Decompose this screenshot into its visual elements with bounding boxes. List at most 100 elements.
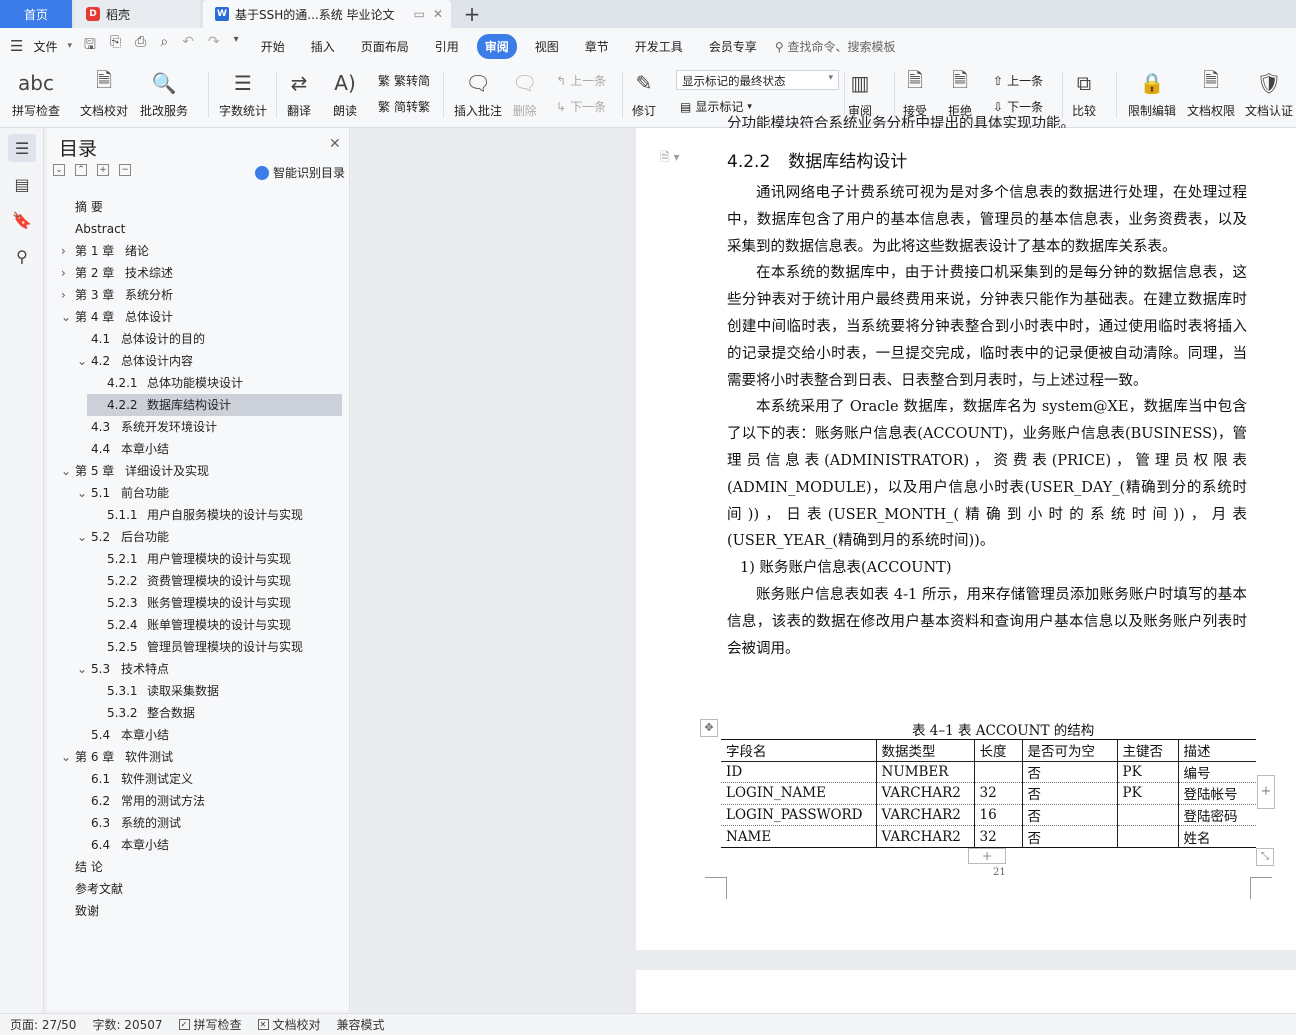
collapse-all-icon[interactable]: ⌄	[53, 164, 65, 176]
table-cell[interactable]: 32	[973, 782, 1023, 805]
toc-item[interactable]: 4.4 本章小结	[47, 438, 350, 460]
more-icon[interactable]: ▾	[234, 34, 239, 58]
bookmark-icon[interactable]: 🔖	[8, 206, 36, 234]
toc-item[interactable]: 5.2.3 账务管理模块的设计与实现	[47, 592, 350, 614]
trad-to-simp-button[interactable]: 繁繁转简	[378, 72, 430, 89]
toc-item[interactable]: › 第 1 章绪论	[47, 240, 350, 262]
chapter-nav-icon[interactable]: ▤	[8, 170, 36, 198]
menu-layout[interactable]: 页面布局	[353, 34, 417, 59]
tab-home[interactable]: 首页	[0, 0, 72, 28]
menu-file[interactable]: 文件	[25, 34, 65, 59]
toc-item[interactable]: ⌄ 第 6 章软件测试	[47, 746, 350, 768]
chevron-down-icon[interactable]: ⌄	[61, 746, 71, 768]
menu-insert[interactable]: 插入	[303, 34, 343, 59]
toc-item[interactable]: 5.2.5 管理员管理模块的设计与实现	[47, 636, 350, 658]
table-cell[interactable]: NAME	[721, 825, 877, 848]
toc-item[interactable]: ⌄ 5.1 前台功能	[47, 482, 350, 504]
chevron-down-icon[interactable]: ⌄	[77, 658, 87, 680]
chevron-down-icon[interactable]: ⌄	[77, 350, 87, 372]
table-cell[interactable]: 主键否	[1116, 739, 1179, 762]
table-cell[interactable]: 描述	[1177, 739, 1256, 762]
add-row-button[interactable]: +	[968, 848, 1006, 864]
expand-up-icon[interactable]: ⌃	[75, 164, 87, 176]
add-column-button[interactable]: +	[1257, 775, 1275, 809]
spell-check-button[interactable]: abc 拼写检查	[12, 68, 60, 119]
table-move-handle-icon[interactable]: ✥	[700, 719, 718, 737]
chevron-right-icon[interactable]: ›	[61, 240, 66, 262]
preview-icon[interactable]: ⌕	[160, 34, 168, 58]
table-cell[interactable]: 编号	[1177, 761, 1256, 784]
table-cell[interactable]: PK	[1116, 782, 1179, 805]
doc-certify-button[interactable]: 🛡 文档认证	[1245, 68, 1293, 119]
next-comment-button[interactable]: ↳ 下一条	[556, 98, 606, 115]
toc-item[interactable]: 5.1.1 用户自服务模块的设计与实现	[47, 504, 350, 526]
toc-item[interactable]: 4.2.1 总体功能模块设计	[47, 372, 350, 394]
toc-item[interactable]: 结 论	[47, 856, 350, 878]
table-cell[interactable]: 32	[973, 825, 1023, 848]
toc-item[interactable]: ⌄ 4.2 总体设计内容	[47, 350, 350, 372]
table-cell[interactable]: 字段名	[721, 739, 877, 762]
insert-comment-button[interactable]: 🗨 插入批注	[454, 68, 502, 119]
toc-item[interactable]: 6.3 系统的测试	[47, 812, 350, 834]
delete-comment-button[interactable]: 🗨 删除	[512, 68, 537, 119]
smart-toc-button[interactable]: 智能识别目录	[255, 164, 345, 181]
save-icon[interactable]: 🖫	[84, 34, 96, 58]
toc-item[interactable]: 5.2.1 用户管理模块的设计与实现	[47, 548, 350, 570]
table-cell[interactable]: VARCHAR2	[875, 804, 975, 827]
toc-item[interactable]: 致谢	[47, 900, 350, 922]
menu-review[interactable]: 审阅	[476, 33, 517, 59]
export-icon[interactable]: ⎘	[110, 34, 121, 58]
chevron-down-icon[interactable]: ⌄	[77, 526, 87, 548]
read-aloud-button[interactable]: A) 朗读	[333, 68, 357, 119]
table-resize-icon[interactable]: ⤡	[1256, 848, 1274, 866]
hamburger-icon[interactable]: ☰	[10, 37, 23, 55]
chevron-right-icon[interactable]: ›	[61, 284, 66, 306]
batch-service-button[interactable]: 🔍 批改服务	[140, 68, 188, 119]
chevron-right-icon[interactable]: ›	[61, 262, 66, 284]
add-heading-icon[interactable]: +	[97, 164, 109, 176]
menu-home[interactable]: 开始	[253, 34, 293, 59]
table-cell[interactable]: 否	[1021, 782, 1118, 805]
table-cell[interactable]: 数据类型	[875, 739, 975, 762]
simp-to-trad-button[interactable]: 繁简转繁	[378, 98, 430, 115]
table-cell[interactable]: LOGIN_NAME	[721, 782, 877, 805]
paragraph-menu-icon[interactable]: 🗎 ▾	[660, 148, 680, 169]
toc-item[interactable]: 6.4 本章小结	[47, 834, 350, 856]
table-cell[interactable]: 姓名	[1177, 825, 1256, 848]
table-cell[interactable]: 登陆密码	[1177, 804, 1256, 827]
tab-close-icon[interactable]: ✕	[433, 7, 443, 21]
tab-daoke[interactable]: D 稻壳	[74, 0, 200, 28]
translate-button[interactable]: ⇄ 翻译	[287, 68, 311, 119]
table-cell[interactable]: PK	[1116, 761, 1179, 784]
tab-window-icon[interactable]: ▭	[414, 7, 425, 21]
menu-developer[interactable]: 开发工具	[627, 34, 691, 59]
chevron-down-icon[interactable]: ⌄	[77, 482, 87, 504]
redo-icon[interactable]: ↷	[208, 34, 220, 58]
word-count-button[interactable]: ☰ 字数统计	[219, 68, 267, 119]
toc-item[interactable]: 4.2.2 数据库结构设计	[87, 394, 342, 416]
close-icon[interactable]: ✕	[329, 136, 341, 152]
table-cell[interactable]: VARCHAR2	[875, 782, 975, 805]
table-cell[interactable]: LOGIN_PASSWORD	[721, 804, 877, 827]
table-cell[interactable]: 长度	[973, 739, 1023, 762]
chevron-down-icon[interactable]: ⌄	[61, 306, 71, 328]
toc-item[interactable]: 4.3 系统开发环境设计	[47, 416, 350, 438]
table-cell[interactable]: 否	[1021, 825, 1118, 848]
toc-item[interactable]: Abstract	[47, 218, 350, 240]
search-icon[interactable]: ⚲	[8, 242, 36, 270]
toc-item[interactable]: ⌄ 第 4 章总体设计	[47, 306, 350, 328]
toc-item[interactable]: 5.2.4 账单管理模块的设计与实现	[47, 614, 350, 636]
toc-item[interactable]: 6.1 软件测试定义	[47, 768, 350, 790]
toc-item[interactable]: 4.1 总体设计的目的	[47, 328, 350, 350]
toc-item[interactable]: 5.3.1 读取采集数据	[47, 680, 350, 702]
toc-item[interactable]: › 第 2 章技术综述	[47, 262, 350, 284]
toc-item[interactable]: › 第 3 章系统分析	[47, 284, 350, 306]
tab-document[interactable]: W 基于SSH的通...系统 毕业论文 ▭ ✕	[203, 0, 451, 28]
table-cell[interactable]: 否	[1021, 761, 1118, 784]
toc-item[interactable]: 5.4 本章小结	[47, 724, 350, 746]
table-cell[interactable]: 登陆帐号	[1177, 782, 1256, 805]
toc-item[interactable]: ⌄ 第 5 章详细设计及实现	[47, 460, 350, 482]
table-cell[interactable]	[973, 761, 1023, 784]
table-cell[interactable]: 否	[1021, 804, 1118, 827]
toc-item[interactable]: 5.2.2 资费管理模块的设计与实现	[47, 570, 350, 592]
